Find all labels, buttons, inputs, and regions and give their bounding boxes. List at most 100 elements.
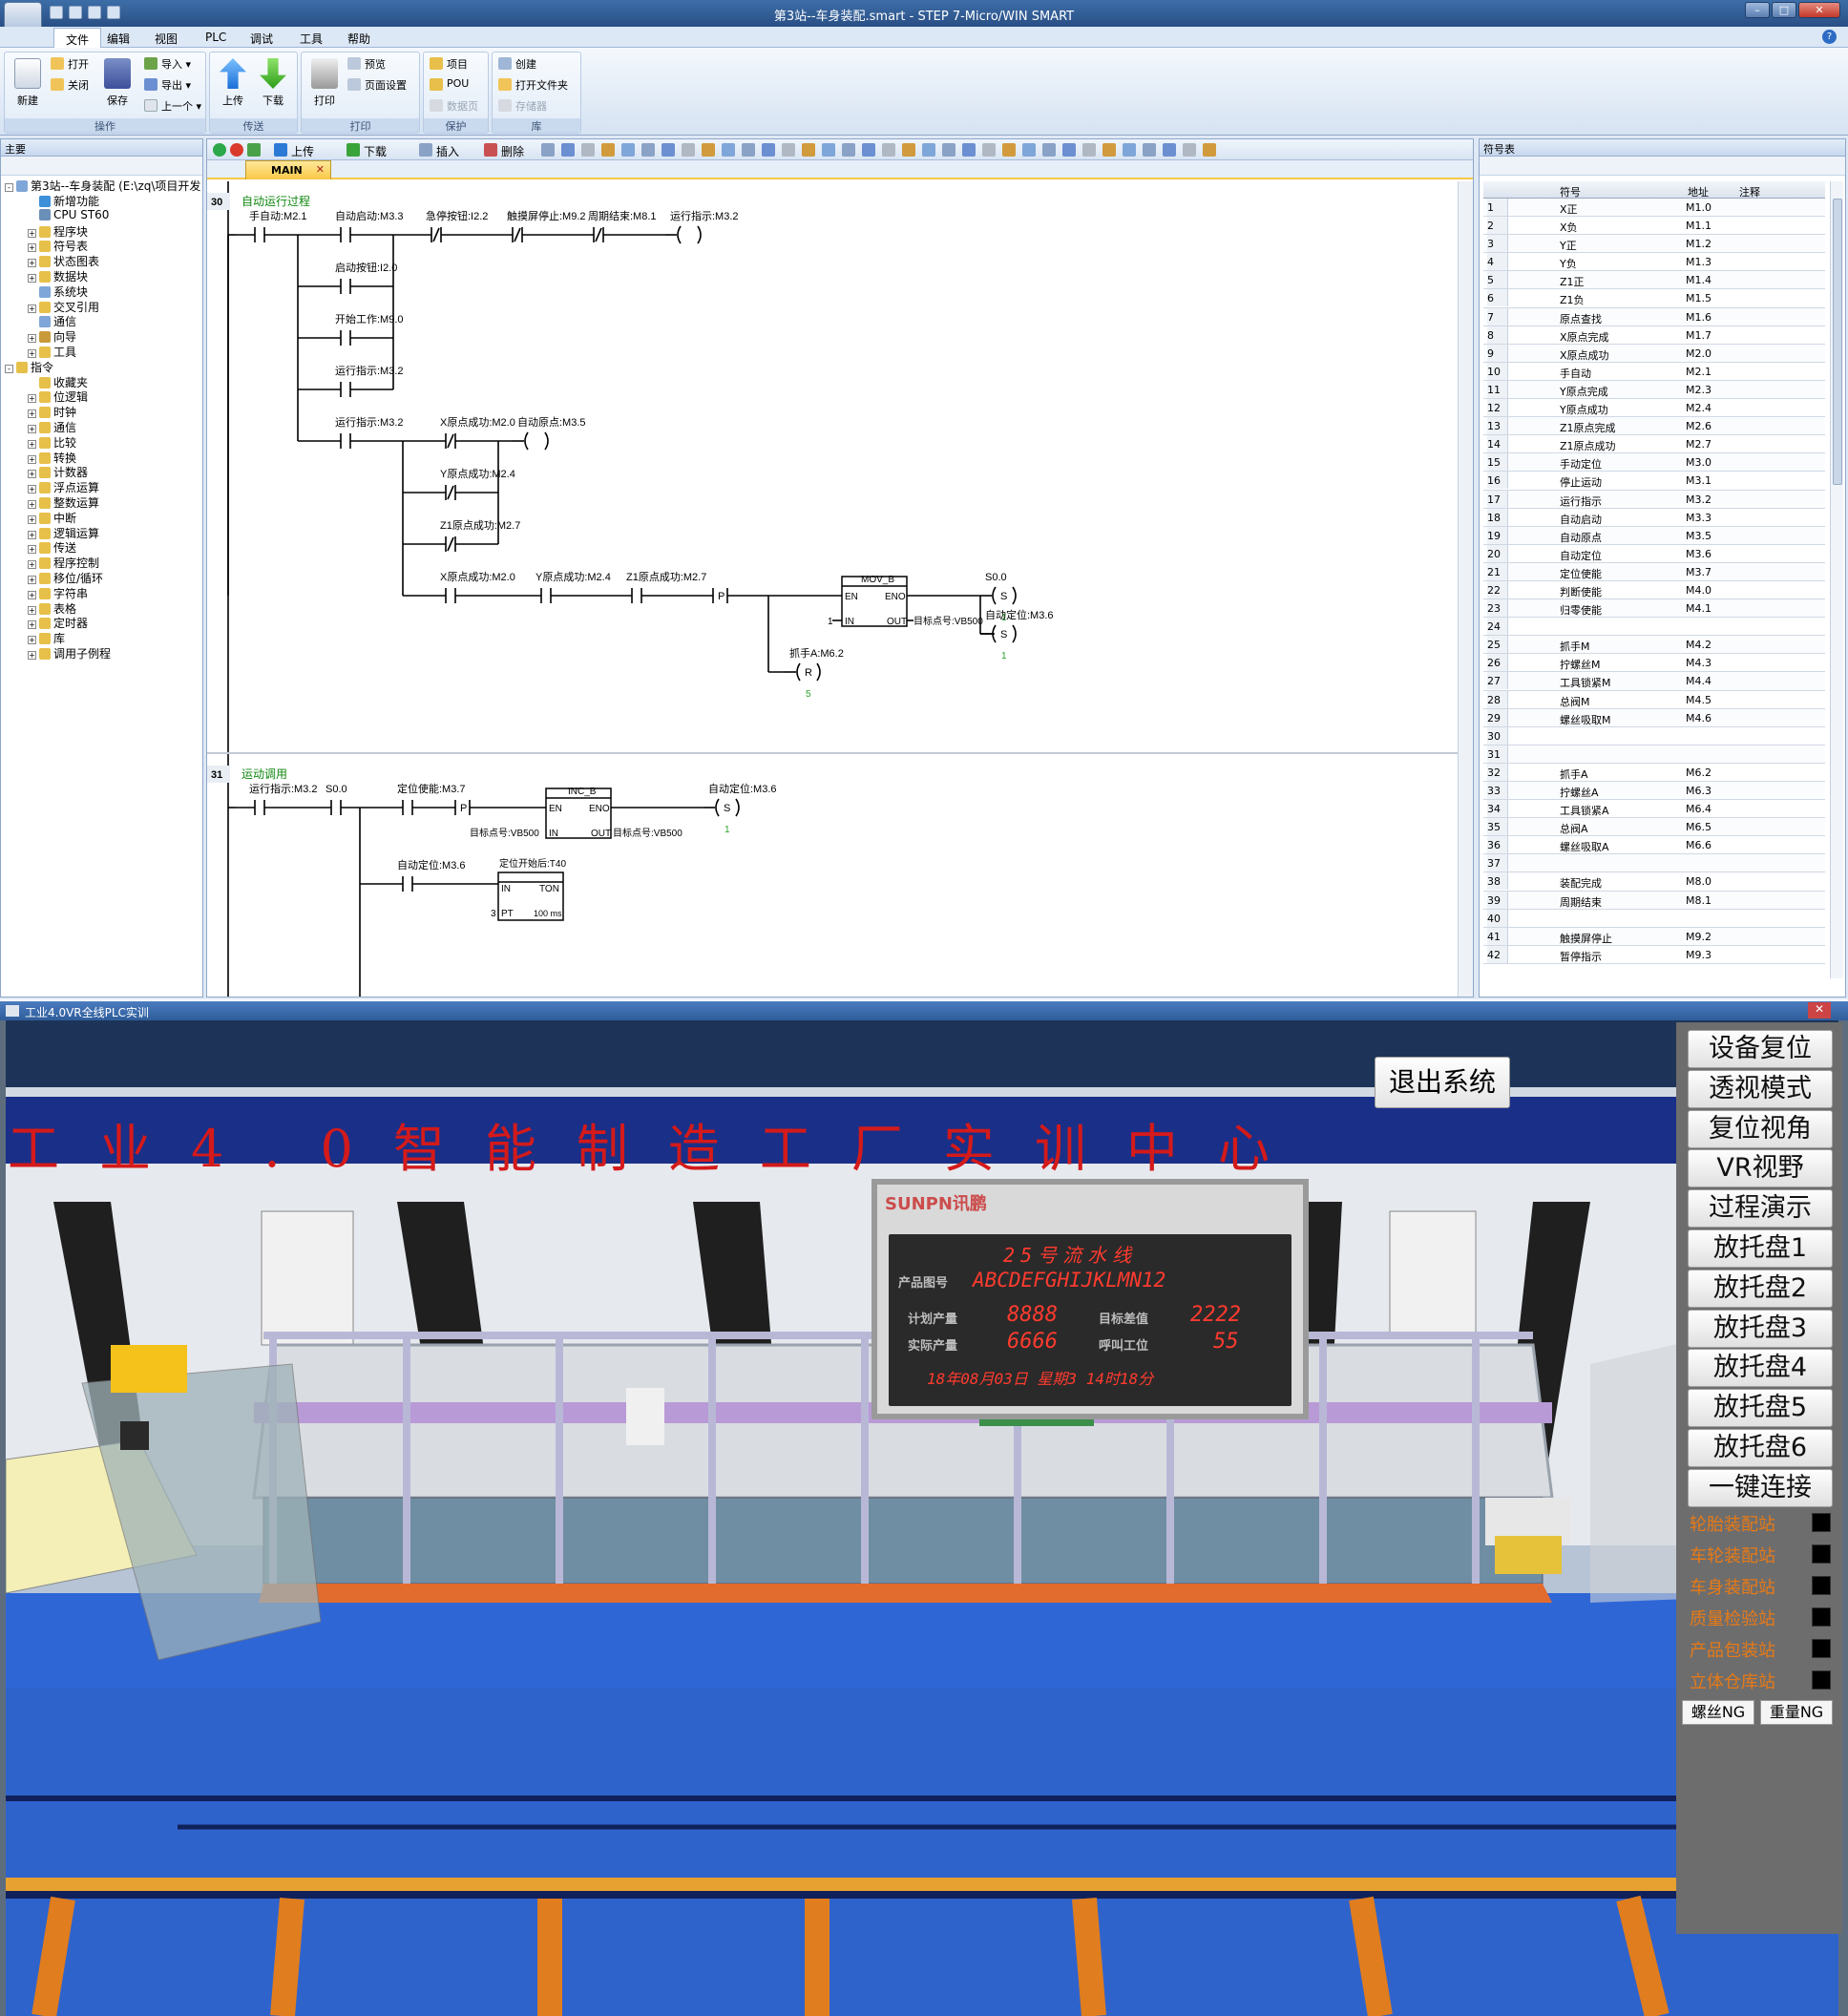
symbol-name[interactable]: 拧螺丝A	[1560, 785, 1599, 800]
insert-icon[interactable]	[419, 143, 432, 157]
symbol-row[interactable]: 5 Z1正 M1.4	[1483, 271, 1825, 290]
symbol-row[interactable]: 28 总阀M M4.5	[1483, 690, 1825, 709]
menu-help[interactable]: 帮助	[347, 31, 370, 47]
symbol-row[interactable]: 24	[1483, 618, 1825, 637]
toolbar-tool-icon[interactable]	[1203, 143, 1216, 157]
symbol-row[interactable]: 8 X原点完成 M1.7	[1483, 326, 1825, 345]
symbol-address[interactable]: M1.1	[1686, 220, 1712, 232]
symbol-name[interactable]: 定位使能	[1560, 566, 1602, 581]
stop-icon[interactable]	[230, 143, 243, 157]
download-button[interactable]: 下载	[256, 58, 290, 108]
toolbar-tool-icon[interactable]	[802, 143, 815, 157]
symbol-name[interactable]: Y原点成功	[1560, 402, 1608, 417]
symbol-address[interactable]: M1.4	[1686, 274, 1712, 286]
toolbar-tool-icon[interactable]	[561, 143, 575, 157]
symbol-row[interactable]: 33 拧螺丝A M6.3	[1483, 782, 1825, 801]
compile-icon[interactable]	[247, 143, 261, 157]
symbol-row[interactable]: 38 装配完成 M8.0	[1483, 872, 1825, 892]
symbol-address[interactable]: M9.3	[1686, 949, 1712, 961]
expand-icon[interactable]: +	[28, 605, 36, 615]
vr-button-1[interactable]: 透视模式	[1688, 1069, 1833, 1108]
symbol-row[interactable]: 23 归零使能 M4.1	[1483, 599, 1825, 619]
symbol-name[interactable]: 周期结束	[1560, 894, 1602, 910]
expand-icon[interactable]: +	[28, 500, 36, 509]
project-protect-button[interactable]: 项目	[430, 56, 468, 72]
symbol-row[interactable]: 10 手自动 M2.1	[1483, 362, 1825, 381]
toolbar-tool-icon[interactable]	[1123, 143, 1136, 157]
toolbar-tool-icon[interactable]	[782, 143, 795, 157]
symbol-name[interactable]: 自动定位	[1560, 548, 1602, 563]
toolbar-tool-icon[interactable]	[1102, 143, 1116, 157]
symbol-address[interactable]: M3.6	[1686, 548, 1712, 560]
vr-button-11[interactable]: 一键连接	[1688, 1468, 1833, 1507]
maximize-button[interactable]: □	[1772, 2, 1796, 18]
symbol-row[interactable]: 37	[1483, 854, 1825, 873]
symbol-address[interactable]: M4.6	[1686, 712, 1712, 724]
editor-scrollbar[interactable]	[1458, 181, 1473, 997]
toolbar-tool-icon[interactable]	[722, 143, 735, 157]
symbol-row[interactable]: 17 运行指示 M3.2	[1483, 490, 1825, 509]
symbol-name[interactable]: 总阀A	[1560, 821, 1588, 836]
symbol-scrollbar[interactable]	[1830, 181, 1843, 978]
toolbar-tool-icon[interactable]	[962, 143, 976, 157]
screw-ng-button[interactable]: 螺丝NG	[1682, 1700, 1754, 1725]
run-icon[interactable]	[213, 143, 226, 157]
expand-icon[interactable]: +	[28, 514, 36, 524]
expand-icon[interactable]: +	[28, 651, 36, 660]
expand-icon[interactable]: +	[28, 228, 36, 238]
expand-icon[interactable]: +	[28, 304, 36, 313]
symbol-row[interactable]: 19 自动原点 M3.5	[1483, 526, 1825, 545]
tree-item-8[interactable]: 通信	[28, 313, 76, 328]
minimize-button[interactable]: –	[1745, 2, 1770, 18]
vr-button-6[interactable]: 放托盘2	[1688, 1269, 1833, 1308]
symbol-address[interactable]: M6.6	[1686, 839, 1712, 851]
symbol-row[interactable]: 34 工具锁紧A M6.4	[1483, 800, 1825, 819]
symbol-name[interactable]: X原点成功	[1560, 347, 1609, 363]
expand-icon[interactable]: +	[28, 410, 36, 419]
symbol-name[interactable]: 手动定位	[1560, 456, 1602, 472]
export-button[interactable]: 导出 ▾	[144, 77, 191, 93]
tree-item-15[interactable]: + 通信	[28, 419, 76, 434]
tree-item-14[interactable]: + 时钟	[28, 404, 76, 419]
tree-item-13[interactable]: + 位逻辑	[28, 388, 88, 404]
tree-item-3[interactable]: + 符号表	[28, 238, 88, 253]
expand-icon[interactable]: +	[28, 259, 36, 268]
symbol-row[interactable]: 14 Z1原点成功 M2.7	[1483, 435, 1825, 454]
symbol-name[interactable]: 装配完成	[1560, 875, 1602, 891]
symbol-row[interactable]: 9 X原点成功 M2.0	[1483, 344, 1825, 363]
symbol-row[interactable]: 32 抓手A M6.2	[1483, 763, 1825, 782]
expand-icon[interactable]: +	[28, 576, 36, 584]
symbol-row[interactable]: 6 Z1负 M1.5	[1483, 289, 1825, 308]
expand-icon[interactable]: +	[28, 349, 36, 358]
toolbar-tool-icon[interactable]	[581, 143, 595, 157]
vr-button-10[interactable]: 放托盘6	[1688, 1429, 1833, 1467]
symbol-address[interactable]: M2.3	[1686, 384, 1712, 396]
vr-button-4[interactable]: 过程演示	[1688, 1189, 1833, 1228]
symbol-name[interactable]: 工具锁紧A	[1560, 803, 1609, 818]
tree-item-0[interactable]: 新增功能	[28, 193, 99, 208]
symbol-row[interactable]: 39 周期结束 M8.1	[1483, 891, 1825, 910]
vr-close-button[interactable]: ✕	[1808, 1002, 1831, 1018]
symbol-row[interactable]: 22 判断使能 M4.0	[1483, 580, 1825, 600]
collapse-icon[interactable]: -	[5, 364, 13, 373]
exit-system-button[interactable]: 退出系统	[1375, 1057, 1510, 1108]
new-button[interactable]: 新建	[10, 58, 45, 108]
save-quick-icon[interactable]	[88, 6, 101, 19]
datapage-protect-button[interactable]: 数据页	[430, 98, 478, 114]
symbol-address[interactable]: M6.4	[1686, 803, 1712, 815]
symbol-address[interactable]: M2.1	[1686, 366, 1712, 378]
toolbar-tool-icon[interactable]	[902, 143, 915, 157]
symbol-address[interactable]: M1.3	[1686, 256, 1712, 268]
vr-button-9[interactable]: 放托盘5	[1688, 1389, 1833, 1428]
menu-debug[interactable]: 调试	[250, 31, 273, 47]
tree-item-2[interactable]: + 程序块	[28, 223, 88, 239]
new-quick-icon[interactable]	[50, 6, 63, 19]
expand-icon[interactable]: +	[28, 425, 36, 433]
symbol-address[interactable]: M3.0	[1686, 456, 1712, 469]
tree-item-23[interactable]: + 传送	[28, 539, 76, 555]
tree-item-26[interactable]: + 字符串	[28, 585, 88, 600]
close-button[interactable]: ✕	[1798, 2, 1840, 18]
symbol-row[interactable]: 13 Z1原点完成 M2.6	[1483, 417, 1825, 436]
toolbar-tool-icon[interactable]	[1163, 143, 1176, 157]
symbol-address[interactable]: M1.0	[1686, 201, 1712, 214]
